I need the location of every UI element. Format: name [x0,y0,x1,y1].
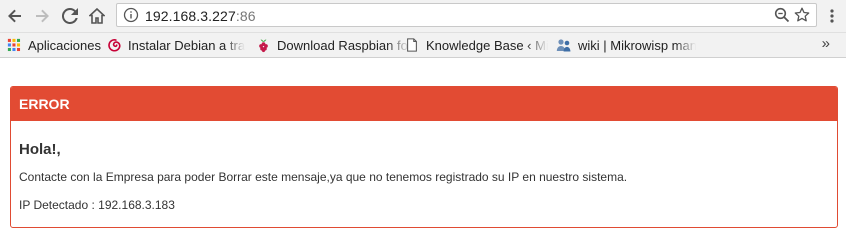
bookmark-label: Aplicaciones [28,37,101,53]
bookmark-star-icon[interactable] [794,7,810,23]
bookmark-label: wiki | Mikrowisp manual [578,37,696,53]
bookmark-label: Instalar Debian a través [128,37,245,53]
browser-toolbar: 192.168.3.227:86 [0,0,846,33]
bookmark-wiki[interactable]: wiki | Mikrowisp manual [556,36,696,54]
detected-ip-text: IP Detectado : 192.168.3.183 [19,198,175,212]
url-text[interactable]: 192.168.3.227:86 [145,8,256,24]
bookmark-raspbian[interactable]: Download Raspbian for [255,36,410,54]
page-content: ERROR Hola!, Contacte con la Empresa par… [0,58,846,242]
forward-arrow-icon [36,9,49,23]
info-icon[interactable] [123,7,139,23]
page-icon [404,37,420,53]
bookmark-label: Download Raspbian for [277,37,410,53]
bookmark-apps[interactable]: Aplicaciones [6,36,102,54]
more-bookmarks-chevron-icon[interactable]: » [822,35,830,52]
apps-grid-icon [6,37,22,53]
greeting-text: Hola!, [19,141,61,158]
home-button[interactable] [86,5,108,27]
bookmarks-bar: Aplicaciones Instalar Debian a través Do… [0,33,846,58]
error-body: Hola!, Contacte con la Empresa para pode… [11,121,837,222]
zoom-icon[interactable] [774,7,790,23]
bookmark-label: Knowledge Base ‹ Mikrowisp [426,37,548,53]
address-bar[interactable]: 192.168.3.227:86 [116,3,817,27]
reload-icon [62,8,78,24]
back-arrow-icon [8,9,21,23]
back-button[interactable] [4,5,26,27]
bookmark-debian[interactable]: Instalar Debian a través [106,36,245,54]
bookmark-knowledge-base[interactable]: Knowledge Base ‹ Mikrowisp [404,36,548,54]
home-icon [89,8,105,24]
error-heading: ERROR [11,87,837,121]
error-message: Contacte con la Empresa para poder Borra… [19,170,628,184]
menu-kebab-icon[interactable] [827,8,837,24]
reload-button[interactable] [59,5,81,27]
url-port: :86 [235,8,256,24]
users-icon [556,37,572,53]
debian-icon [106,37,122,53]
raspberry-icon [255,37,271,53]
forward-button[interactable] [31,5,53,27]
error-panel: ERROR Hola!, Contacte con la Empresa par… [10,86,838,228]
url-host: 192.168.3.227 [145,8,236,24]
